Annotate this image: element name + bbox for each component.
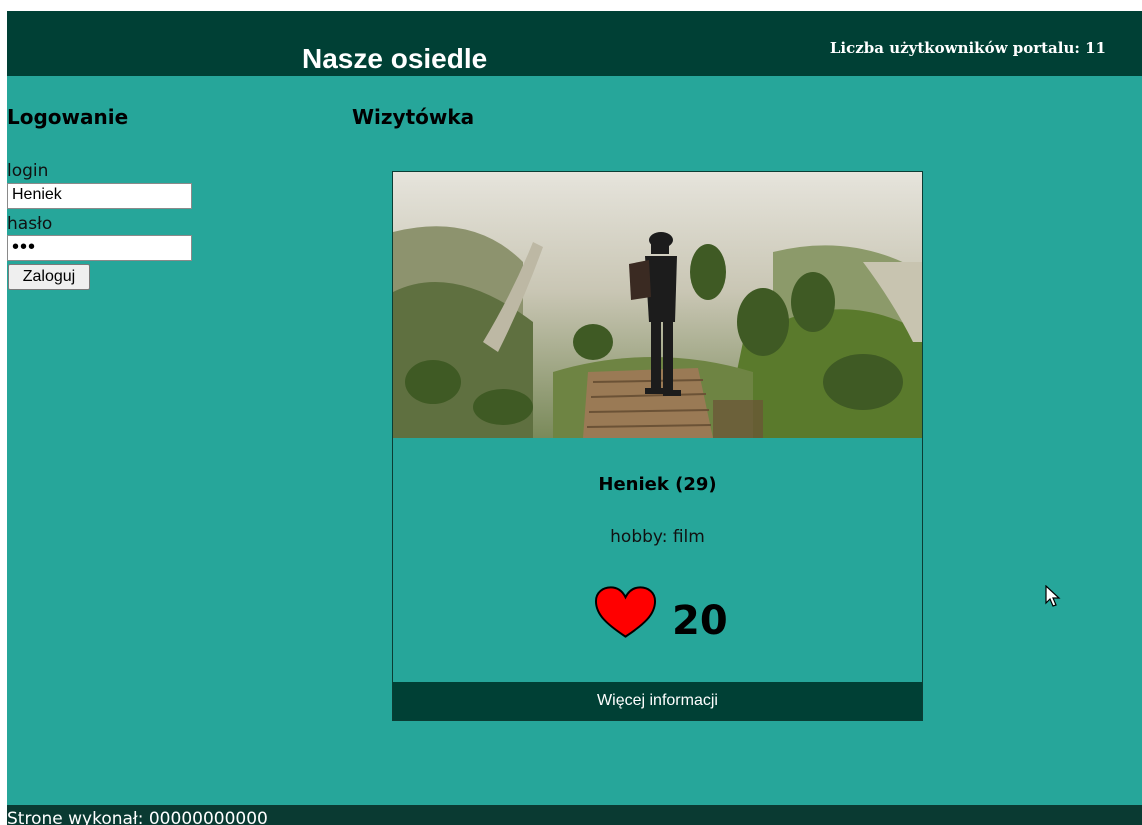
- user-count: Liczba użytkowników portalu: 11: [829, 39, 1106, 57]
- site-header: Nasze osiedle Liczba użytkowników portal…: [7, 11, 1142, 76]
- profile-name: Heniek (29): [598, 474, 717, 495]
- password-input[interactable]: •••: [7, 235, 192, 261]
- footer-text: Strone wykonał: 00000000000: [7, 809, 268, 825]
- footer: Strone wykonał: 00000000000: [7, 805, 1142, 825]
- login-input[interactable]: Heniek: [7, 183, 192, 209]
- card-heading: Wizytówka: [352, 105, 475, 129]
- likes-count: 20: [672, 598, 728, 644]
- traveler-photo: [393, 172, 922, 438]
- login-label: login: [7, 161, 49, 181]
- mouse-cursor-icon: [1045, 585, 1061, 607]
- page-frame: Nasze osiedle Liczba użytkowników portal…: [7, 11, 1142, 825]
- login-button[interactable]: Zaloguj: [8, 264, 90, 290]
- password-label: hasło: [7, 214, 53, 234]
- heart-icon[interactable]: [594, 585, 657, 641]
- login-heading: Logowanie: [7, 105, 129, 129]
- more-info-button[interactable]: Więcej informacji: [393, 682, 922, 720]
- profile-card: Heniek (29) hobby: film 20 Więcej inform…: [392, 171, 923, 721]
- profile-hobby: hobby: film: [610, 527, 705, 547]
- site-title: Nasze osiedle: [302, 43, 488, 74]
